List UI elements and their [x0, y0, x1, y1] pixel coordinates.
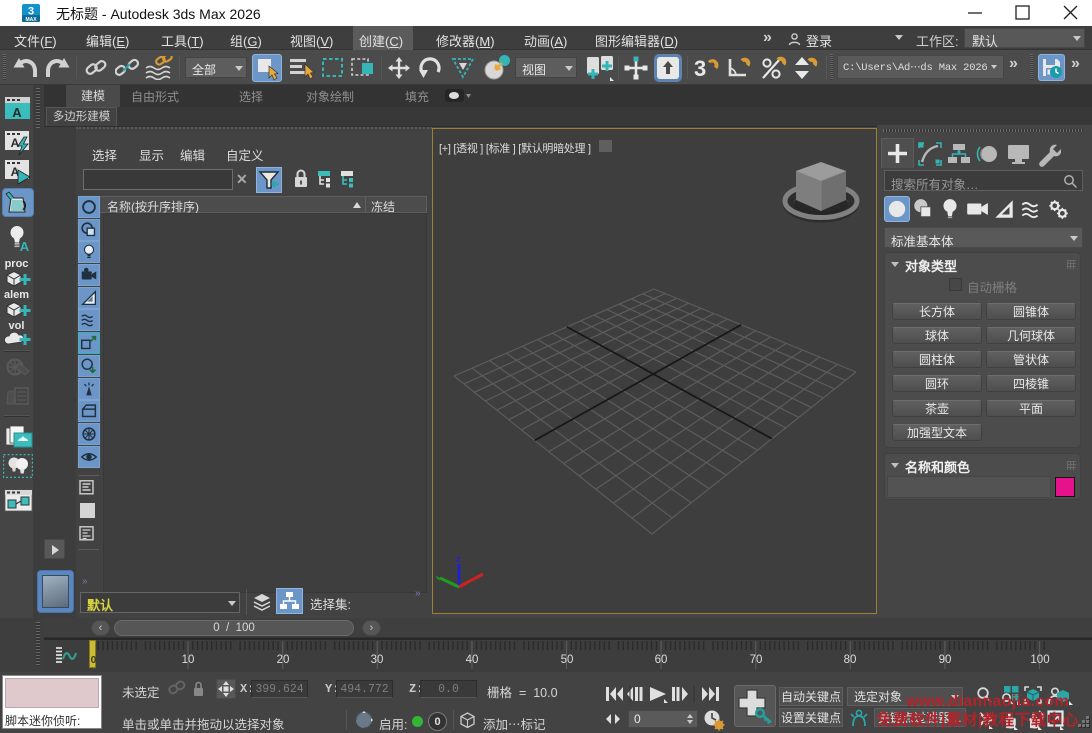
svg-text:MAX: MAX	[25, 17, 37, 23]
svg-text:z: z	[456, 554, 461, 564]
svg-text:A: A	[20, 239, 30, 251]
svg-text:A: A	[12, 105, 22, 120]
svg-text:A: A	[11, 136, 20, 150]
svg-text:3: 3	[28, 6, 34, 18]
svg-text:3: 3	[694, 56, 706, 81]
